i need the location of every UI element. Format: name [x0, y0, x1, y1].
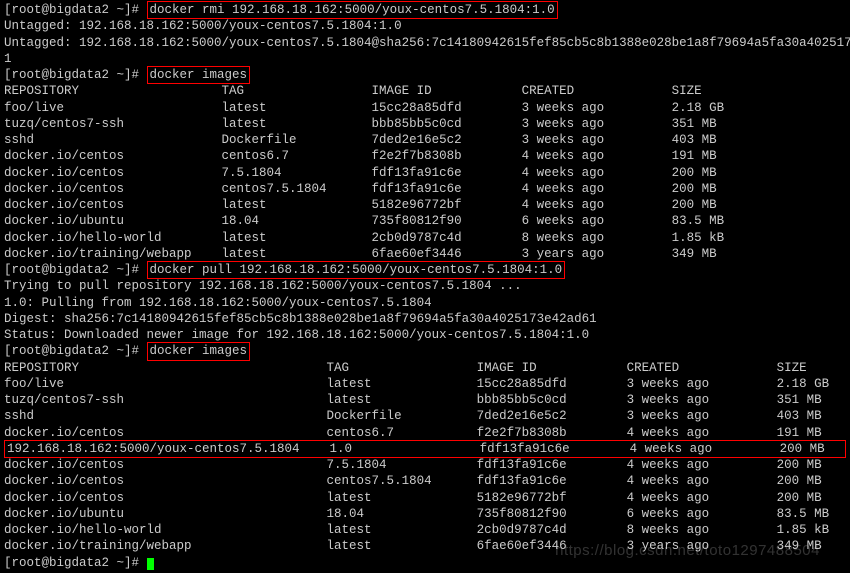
cmd-pull: docker pull 192.168.18.162:5000/youx-cen…: [147, 261, 566, 279]
prompt-line: [root@bigdata2 ~]# docker images: [4, 343, 846, 359]
output: 1.0: Pulling from 192.168.18.162:5000/yo…: [4, 295, 846, 311]
table-row: docker.io/centos centos7.5.1804 fdf13fa9…: [4, 181, 846, 197]
output: Digest: sha256:7c14180942615fef85cb5c8b1…: [4, 311, 846, 327]
output: Trying to pull repository 192.168.18.162…: [4, 278, 846, 294]
prompt-line: [root@bigdata2 ~]# docker images: [4, 67, 846, 83]
table-row: docker.io/centos centos6.7 f2e2f7b8308b …: [4, 148, 846, 164]
table-header: REPOSITORY TAG IMAGE ID CREATED SIZE: [4, 360, 846, 376]
cursor: [147, 558, 154, 570]
table-header: REPOSITORY TAG IMAGE ID CREATED SIZE: [4, 83, 846, 99]
cmd-images2: docker images: [147, 342, 251, 360]
table-row: docker.io/centos 7.5.1804 fdf13fa91c6e 4…: [4, 165, 846, 181]
table-row: docker.io/centos latest 5182e96772bf 4 w…: [4, 490, 846, 506]
highlighted-row: 192.168.18.162:5000/youx-centos7.5.1804 …: [4, 440, 846, 458]
prompt-line: [root@bigdata2 ~]# docker pull 192.168.1…: [4, 262, 846, 278]
table-row: docker.io/centos latest 5182e96772bf 4 w…: [4, 197, 846, 213]
table-row: foo/live latest 15cc28a85dfd 3 weeks ago…: [4, 376, 846, 392]
table-row: tuzq/centos7-ssh latest bbb85bb5c0cd 3 w…: [4, 116, 846, 132]
table-row: docker.io/centos centos7.5.1804 fdf13fa9…: [4, 473, 846, 489]
output: Untagged: 192.168.18.162:5000/youx-cento…: [4, 18, 846, 34]
table-row: docker.io/centos 7.5.1804 fdf13fa91c6e 4…: [4, 457, 846, 473]
output: 1: [4, 51, 846, 67]
prompt-line: [root@bigdata2 ~]# docker rmi 192.168.18…: [4, 2, 846, 18]
watermark: https://blog.csdn.net/toto1297488504: [555, 541, 820, 561]
table-row: docker.io/hello-world latest 2cb0d9787c4…: [4, 230, 846, 246]
output: Untagged: 192.168.18.162:5000/youx-cento…: [4, 35, 846, 51]
table-row: docker.io/training/webapp latest 6fae60e…: [4, 246, 846, 262]
table-row: sshd Dockerfile 7ded2e16e5c2 3 weeks ago…: [4, 408, 846, 424]
cmd-images: docker images: [147, 66, 251, 84]
table-row: foo/live latest 15cc28a85dfd 3 weeks ago…: [4, 100, 846, 116]
cmd-rmi: docker rmi 192.168.18.162:5000/youx-cent…: [147, 1, 558, 19]
table-row: docker.io/ubuntu 18.04 735f80812f90 6 we…: [4, 506, 846, 522]
table-row: tuzq/centos7-ssh latest bbb85bb5c0cd 3 w…: [4, 392, 846, 408]
table-row: docker.io/centos centos6.7 f2e2f7b8308b …: [4, 425, 846, 441]
output: Status: Downloaded newer image for 192.1…: [4, 327, 846, 343]
table-row: docker.io/ubuntu 18.04 735f80812f90 6 we…: [4, 213, 846, 229]
table-row: sshd Dockerfile 7ded2e16e5c2 3 weeks ago…: [4, 132, 846, 148]
table-row: docker.io/hello-world latest 2cb0d9787c4…: [4, 522, 846, 538]
terminal[interactable]: [root@bigdata2 ~]# docker rmi 192.168.18…: [0, 0, 850, 573]
